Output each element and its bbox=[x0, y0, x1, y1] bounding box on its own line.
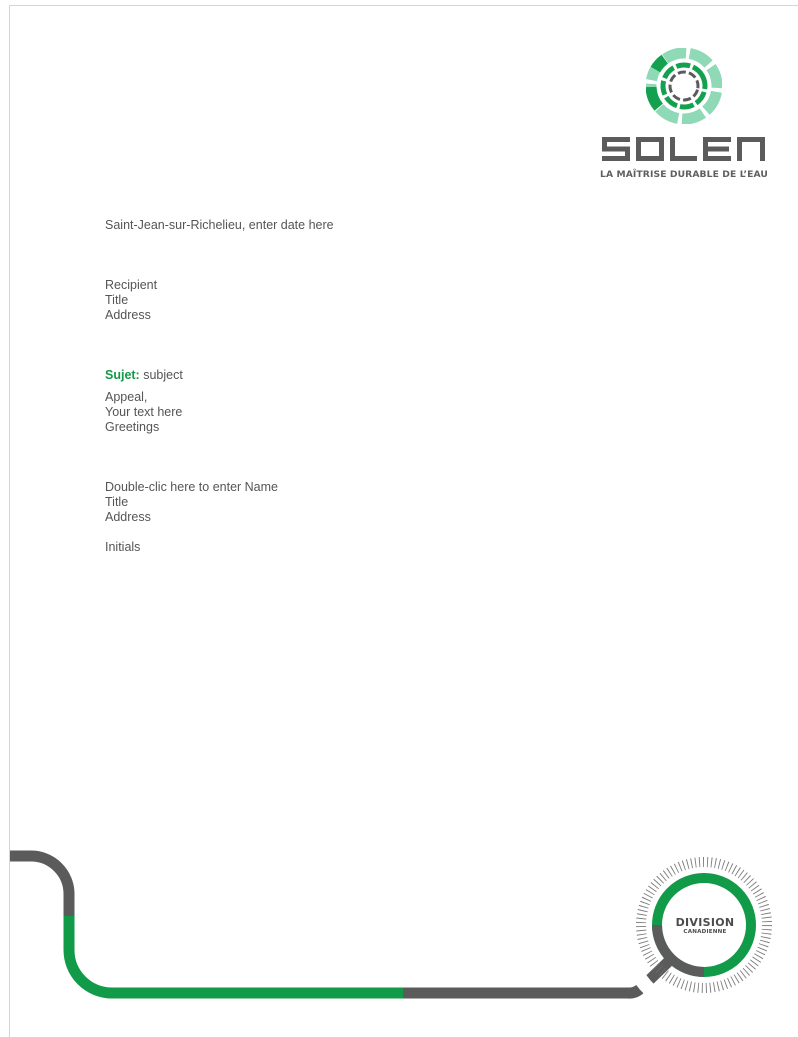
recipient-address[interactable]: Address bbox=[105, 308, 585, 323]
signature-name[interactable]: Double-clic here to enter Name bbox=[105, 480, 585, 495]
greetings-line[interactable]: Greetings bbox=[105, 420, 585, 435]
signature-address[interactable]: Address bbox=[105, 510, 585, 525]
division-title: DIVISION bbox=[675, 916, 735, 929]
date-line[interactable]: Saint-Jean-sur-Richelieu, enter date her… bbox=[105, 218, 585, 233]
pipeline-track-icon bbox=[10, 850, 782, 999]
letterhead-page: LA MAÎTRISE DURABLE DE L’EAU Saint-Jean-… bbox=[0, 0, 798, 1037]
soleno-wordmark bbox=[602, 137, 765, 161]
subject-line: Sujet: subject bbox=[105, 368, 585, 383]
subject-label: Sujet: bbox=[105, 368, 140, 382]
recipient-name[interactable]: Recipient bbox=[105, 278, 585, 293]
appeal-line[interactable]: Appeal, bbox=[105, 390, 585, 405]
recipient-block: Recipient Title Address bbox=[105, 278, 585, 323]
division-label: DIVISION CANADIENNE bbox=[655, 917, 755, 936]
signature-title[interactable]: Title bbox=[105, 495, 585, 510]
signature-block: Double-clic here to enter Name Title Add… bbox=[105, 480, 585, 525]
brand-logo: LA MAÎTRISE DURABLE DE L’EAU bbox=[596, 48, 776, 188]
letter-body: Saint-Jean-sur-Richelieu, enter date her… bbox=[105, 218, 585, 555]
initials-line[interactable]: Initials bbox=[105, 540, 585, 555]
soleno-segmented-ring-icon bbox=[646, 48, 722, 124]
division-subtitle: CANADIENNE bbox=[683, 929, 727, 935]
body-text[interactable]: Your text here bbox=[105, 405, 585, 420]
subject-value[interactable]: subject bbox=[140, 368, 183, 382]
page-edge-top bbox=[9, 5, 798, 6]
brand-tagline: LA MAÎTRISE DURABLE DE L’EAU bbox=[600, 169, 768, 180]
body-block: Appeal, Your text here Greetings bbox=[105, 390, 585, 435]
recipient-title[interactable]: Title bbox=[105, 293, 585, 308]
